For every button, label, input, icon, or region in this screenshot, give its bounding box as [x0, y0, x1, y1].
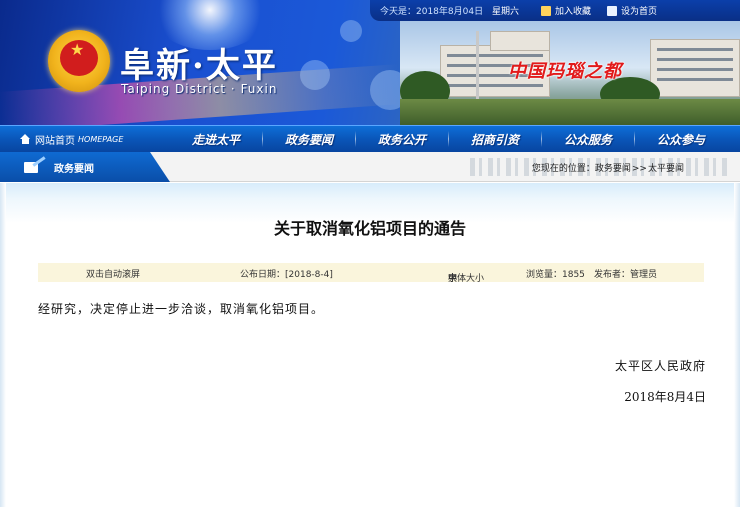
- city-slogan: 中国玛瑙之都: [508, 61, 622, 82]
- nav-item-zhaoshang-yinzi[interactable]: 招商引资: [449, 131, 541, 148]
- top-utility-bar: 今天是：2018年8月04日 星期六 加入收藏 设为首页: [370, 0, 740, 21]
- lawn: [400, 99, 740, 125]
- nav-item-zhengwu-yaowen[interactable]: 政务要闻: [263, 131, 355, 148]
- nav-home-link[interactable]: 网站首页 HOMEPAGE: [20, 132, 170, 147]
- article-meta-bar: 双击自动滚屏 公布日期：[2018-8-4] 字体大小小中大 浏览量：1855 …: [38, 263, 704, 284]
- set-homepage-label: 设为首页: [621, 7, 658, 17]
- date-label: 今天是：2018年8月04日: [380, 7, 484, 17]
- site-subtitle: Taiping District · Fuxin: [121, 82, 278, 96]
- pencil-icon: [24, 160, 46, 174]
- signature-date: 2018年8月4日: [624, 390, 706, 404]
- bokeh-decoration: [300, 60, 330, 90]
- font-size-large[interactable]: 大: [448, 271, 457, 284]
- section-tab[interactable]: 政务要闻: [0, 152, 170, 182]
- article-title: 关于取消氧化铝项目的通告: [273, 219, 466, 238]
- article-body: 经研究，决定停止进一步洽谈，取消氧化铝项目。: [38, 302, 325, 316]
- auto-scroll-toggle[interactable]: 双击自动滚屏: [86, 267, 140, 280]
- current-date: 今天是：2018年8月04日 星期六: [380, 4, 525, 17]
- breadcrumb-prefix: 您现在的位置：: [531, 164, 595, 174]
- section-bar: 政务要闻 您现在的位置：政务要闻>>太平要闻: [0, 152, 740, 182]
- national-emblem-icon: ★: [48, 30, 110, 92]
- flagpole: [476, 31, 479, 101]
- section-tab-label: 政务要闻: [54, 163, 94, 175]
- home-icon: [20, 134, 31, 144]
- nav-home-label: 网站首页: [35, 135, 75, 147]
- building-tower: [490, 31, 550, 51]
- add-bookmark-label: 加入收藏: [554, 7, 591, 17]
- homepage-icon: [607, 5, 617, 16]
- site-title: 阜新·太平: [120, 46, 278, 86]
- nav-item-zoujin-taiping[interactable]: 走进太平: [170, 131, 262, 148]
- signature-organization: 太平区人民政府: [614, 359, 706, 373]
- site-banner: 中国玛瑙之都 ★ 阜新·太平 Taiping District · Fuxin …: [0, 0, 740, 125]
- set-homepage-link[interactable]: 设为首页: [607, 4, 657, 17]
- publish-date: 公布日期：[2018-8-4]: [240, 270, 333, 280]
- building: [650, 39, 740, 97]
- bokeh-decoration: [340, 20, 362, 42]
- add-bookmark-link[interactable]: 加入收藏: [540, 4, 591, 17]
- weekday-label: 星期六: [491, 7, 519, 17]
- view-count: 浏览量：1855: [526, 270, 585, 280]
- main-nav: 网站首页 HOMEPAGE 走进太平 政务要闻 政务公开 招商引资 公众服务 公…: [0, 125, 740, 152]
- breadcrumb-item-zhengwu-yaowen[interactable]: 政务要闻: [595, 164, 631, 174]
- nav-item-gongzhong-canyu[interactable]: 公众参与: [635, 131, 727, 148]
- breadcrumb: 您现在的位置：政务要闻>>太平要闻: [532, 161, 684, 174]
- bookmark-icon: [540, 5, 551, 16]
- nav-home-en-label: HOMEPAGE: [78, 134, 124, 144]
- nav-item-gongzhong-fuwu[interactable]: 公众服务: [542, 131, 634, 148]
- nav-item-zhengwu-gongkai[interactable]: 政务公开: [356, 131, 448, 148]
- publisher: 发布者：管理员: [594, 270, 658, 280]
- breadcrumb-separator: >>: [631, 164, 647, 174]
- breadcrumb-item-taiping-yaowen[interactable]: 太平要闻: [648, 164, 684, 174]
